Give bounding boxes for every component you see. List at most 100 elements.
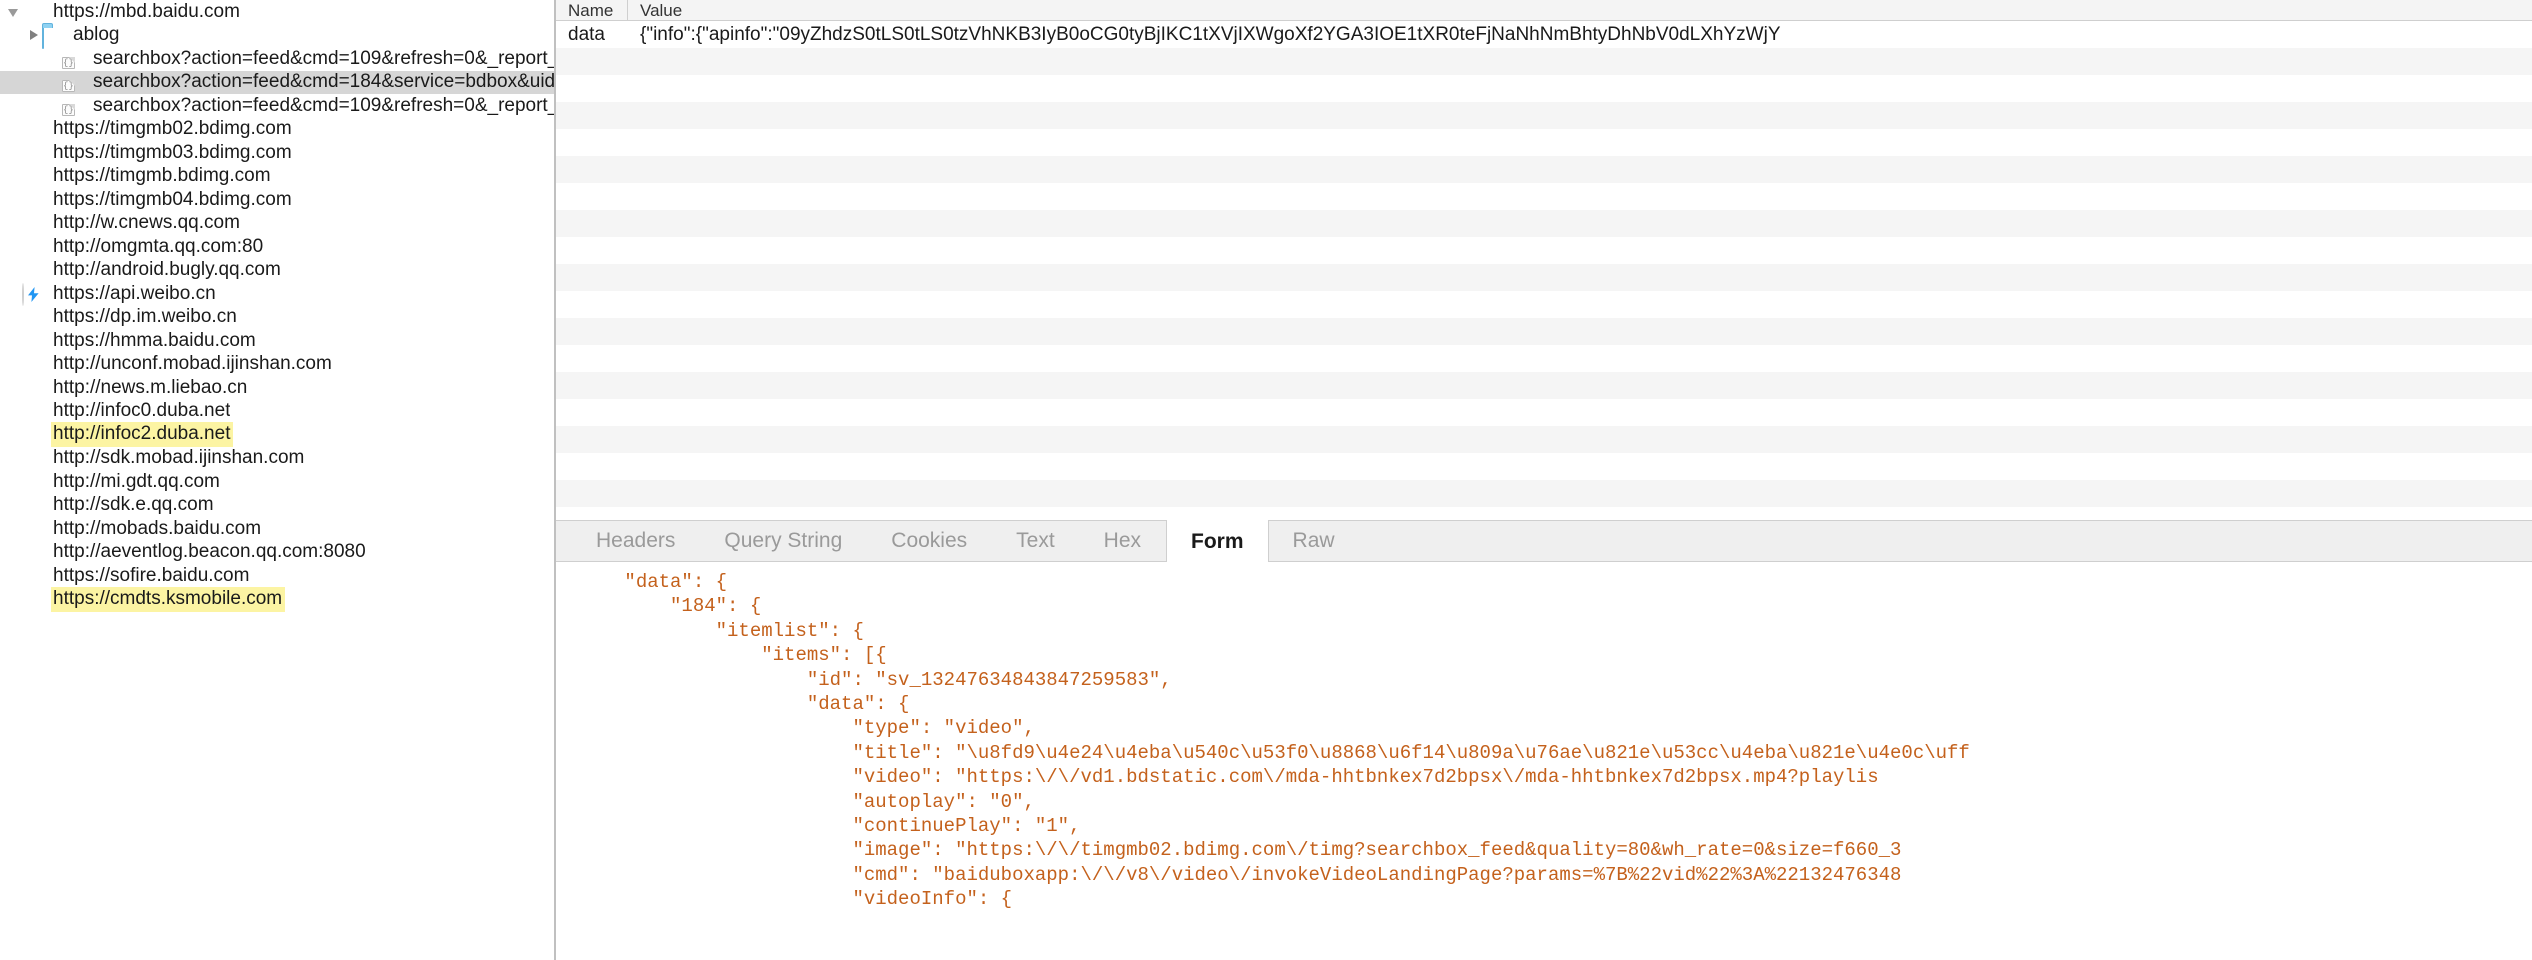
name-value-rows[interactable]: data {"info":{"apinfo":"09yZhdzS0tLS0tLS0… <box>556 21 2532 520</box>
session-tree-item-label: http://aeventlog.beacon.qq.com:8080 <box>53 541 366 563</box>
session-tree-item[interactable]: http://w.cnews.qq.com <box>0 212 554 236</box>
session-tree-item[interactable]: https://timgmb03.bdimg.com <box>0 141 554 165</box>
name-value-empty-row <box>556 291 2532 318</box>
name-value-empty-row <box>556 453 2532 480</box>
tab-cookies[interactable]: Cookies <box>867 521 992 561</box>
session-tree-item[interactable]: http://news.m.liebao.cn <box>0 376 554 400</box>
session-tree-item-label: https://mbd.baidu.com <box>53 0 240 22</box>
session-tree-item-label: http://w.cnews.qq.com <box>53 212 240 234</box>
tab-query-string[interactable]: Query String <box>700 521 867 561</box>
session-tree-item[interactable]: http://sdk.mobad.ijinshan.com <box>0 447 554 471</box>
tab-text[interactable]: Text <box>992 521 1080 561</box>
bolt-icon <box>22 282 44 306</box>
json-line: "id": "sv_13247634843847259583", <box>556 668 1172 691</box>
session-tree-item[interactable]: https://cmdts.ksmobile.com <box>0 586 554 612</box>
name-value-empty-row <box>556 345 2532 372</box>
globe-icon <box>22 259 44 281</box>
json-line: "title": "\u8fd9\u4e24\u4eba\u540c\u53f0… <box>556 741 1970 764</box>
name-value-empty-row <box>556 210 2532 237</box>
chevron-right-icon[interactable] <box>26 27 42 43</box>
column-header-value[interactable]: Value <box>628 0 2532 21</box>
session-tree-item[interactable]: https://hmma.baidu.com <box>0 329 554 353</box>
session-tree-item-label: http://mobads.baidu.com <box>53 517 262 539</box>
name-value-grid[interactable]: Name Value data {"info":{"apinfo":"09yZhd… <box>556 0 2532 520</box>
column-header-name[interactable]: Name <box>556 0 628 21</box>
globe-icon <box>22 565 44 587</box>
proxy-debugger-window: https://mbd.baidu.com ablog {} searchbox?ac… <box>0 0 2532 960</box>
session-tree-item-label: https://timgmb04.bdimg.com <box>53 188 292 210</box>
folder-icon <box>42 24 64 50</box>
session-tree-item[interactable]: https://dp.im.weibo.cn <box>0 306 554 330</box>
globe-icon <box>22 494 44 516</box>
json-line: "video": "https:\/\/vd1.bdstatic.com\/md… <box>556 766 1879 789</box>
json-file-icon: {} <box>62 103 75 116</box>
session-tree-item[interactable]: https://timgmb.bdimg.com <box>0 165 554 189</box>
tab-hex[interactable]: Hex <box>1080 521 1166 561</box>
session-tree-item-label: http://unconf.mobad.ijinshan.com <box>53 353 332 375</box>
session-tree-item-label: http://android.bugly.qq.com <box>53 259 281 281</box>
param-name-cell: data <box>568 23 605 45</box>
session-tree-item[interactable]: http://unconf.mobad.ijinshan.com <box>0 353 554 377</box>
session-tree-item[interactable]: http://android.bugly.qq.com <box>0 259 554 283</box>
session-tree-item[interactable]: http://omgmta.qq.com:80 <box>0 235 554 259</box>
session-tree-item-label: http://sdk.mobad.ijinshan.com <box>53 447 305 469</box>
session-tree-item-label: searchbox?action=feed&cmd=109&refresh=0&… <box>93 47 554 69</box>
session-tree-item[interactable]: {} searchbox?action=feed&cmd=184&service=… <box>0 70 554 94</box>
json-line: "videoInfo": { <box>556 888 1013 911</box>
session-tree-item[interactable]: https://sofire.baidu.com <box>0 564 554 588</box>
session-tree-item-label: http://omgmta.qq.com:80 <box>53 235 264 257</box>
session-tree-panel[interactable]: https://mbd.baidu.com ablog {} searchbox?ac… <box>0 0 554 960</box>
session-tree-item-label: https://hmma.baidu.com <box>53 329 256 351</box>
session-tree-item-label: https://api.weibo.cn <box>53 282 216 304</box>
tab-form[interactable]: Form <box>1166 520 1269 562</box>
session-tree-list[interactable]: https://mbd.baidu.com ablog {} searchbox?ac… <box>0 0 554 612</box>
session-tree-item[interactable]: https://api.weibo.cn <box>0 282 554 306</box>
name-value-empty-row <box>556 237 2532 264</box>
json-line: "184": { <box>556 595 762 618</box>
globe-icon <box>22 212 44 234</box>
session-tree-item[interactable]: http://mi.gdt.qq.com <box>0 470 554 494</box>
globe-icon <box>22 165 44 187</box>
session-tree-item[interactable]: http://sdk.e.qq.com <box>0 494 554 518</box>
session-tree-item[interactable]: http://infoc2.duba.net <box>0 422 554 448</box>
json-line: "continuePlay": "1", <box>556 814 1081 837</box>
session-tree-item[interactable]: http://infoc0.duba.net <box>0 400 554 424</box>
session-tree-item-label: https://timgmb03.bdimg.com <box>53 141 292 163</box>
globe-icon <box>22 142 44 164</box>
session-tree-item-label: http://infoc0.duba.net <box>53 400 231 422</box>
session-tree-item[interactable]: ablog <box>0 24 554 50</box>
session-tree-item[interactable]: {} searchbox?action=feed&cmd=109&refresh=… <box>0 94 554 118</box>
name-value-empty-row <box>556 426 2532 453</box>
json-file-icon: {} <box>62 56 75 69</box>
globe-icon <box>22 541 44 563</box>
session-tree-item-label: https://sofire.baidu.com <box>53 564 250 586</box>
json-line: "type": "video", <box>556 717 1035 740</box>
name-value-empty-row <box>556 102 2532 129</box>
session-tree-item-label: https://timgmb02.bdimg.com <box>53 118 292 140</box>
tab-headers[interactable]: Headers <box>572 521 700 561</box>
session-tree-item[interactable]: http://mobads.baidu.com <box>0 517 554 541</box>
session-tree-item[interactable]: {} searchbox?action=feed&cmd=109&refresh=… <box>0 47 554 71</box>
json-line: "cmd": "baiduboxapp:\/\/v8\/video\/invok… <box>556 863 1902 886</box>
session-tree-item-label: https://cmdts.ksmobile.com <box>51 586 286 612</box>
session-tree-item-label: searchbox?action=feed&cmd=184&service=bd… <box>93 71 554 93</box>
name-value-empty-row <box>556 183 2532 210</box>
globe-icon <box>22 471 44 493</box>
globe-icon <box>22 330 44 352</box>
name-value-empty-row <box>556 129 2532 156</box>
session-tree-item[interactable]: https://timgmb02.bdimg.com <box>0 118 554 142</box>
tab-raw[interactable]: Raw <box>1269 521 1360 561</box>
session-tree-item[interactable]: https://timgmb04.bdimg.com <box>0 188 554 212</box>
json-line: "autoplay": "0", <box>556 790 1035 813</box>
name-value-row[interactable]: data {"info":{"apinfo":"09yZhdzS0tLS0tLS0… <box>556 21 2532 48</box>
json-line: "items": [{ <box>556 644 887 667</box>
form-json-viewer[interactable]: "data": { "184": { "itemlist": { "items"… <box>556 562 2532 960</box>
session-tree-item[interactable]: https://mbd.baidu.com <box>0 0 554 24</box>
json-line: "data": { <box>556 571 728 593</box>
session-tree-item[interactable]: http://aeventlog.beacon.qq.com:8080 <box>0 541 554 565</box>
globe-icon <box>22 306 44 328</box>
detail-tabbar[interactable]: Headers Query String Cookies Text Hex Form Raw <box>556 520 2532 562</box>
